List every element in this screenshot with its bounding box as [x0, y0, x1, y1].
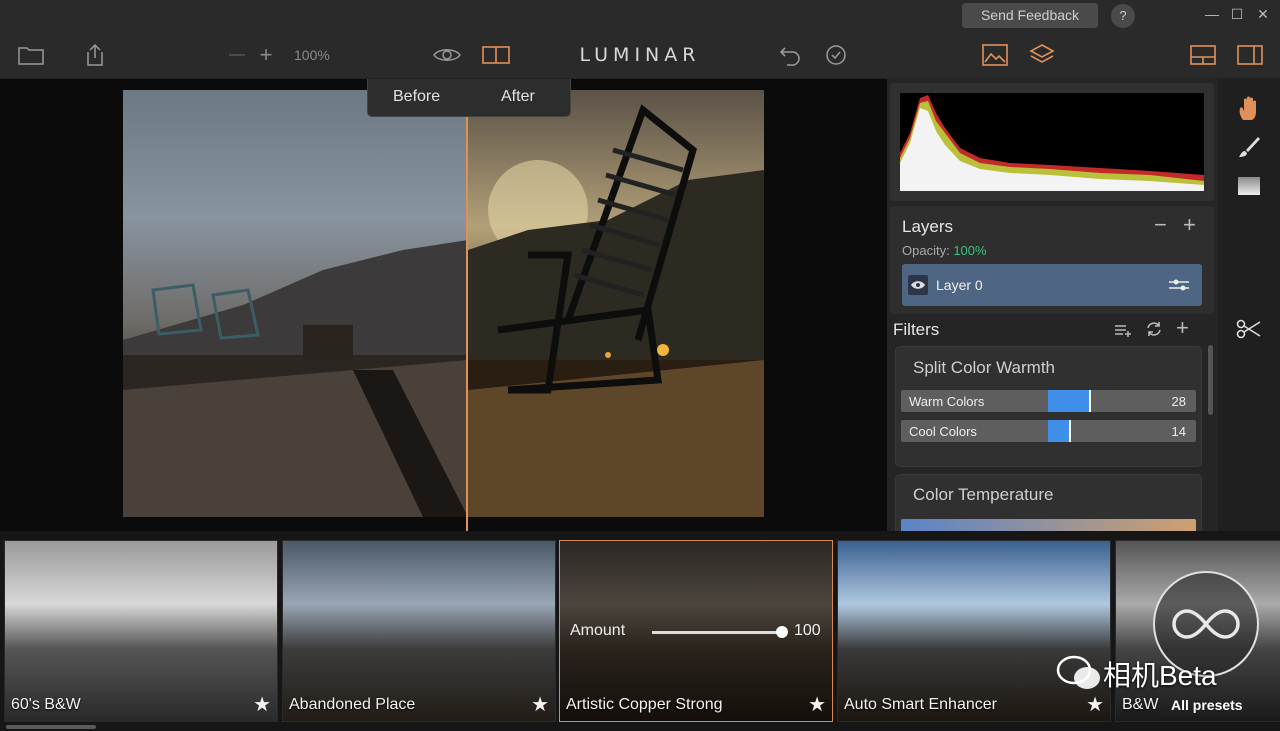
preset-name: Artistic Copper Strong: [566, 696, 723, 713]
before-tab[interactable]: Before: [393, 88, 440, 106]
hand-tool-icon[interactable]: [1235, 95, 1263, 123]
photo-preview[interactable]: [123, 90, 764, 517]
slider-knob[interactable]: [1069, 420, 1071, 442]
amount-slider-knob[interactable]: [776, 626, 788, 638]
side-panel-toggle-icon[interactable]: [1235, 40, 1265, 70]
temperature-slider[interactable]: [901, 519, 1196, 531]
histogram-panel: [890, 83, 1214, 201]
filter-list-icon[interactable]: [1114, 323, 1132, 342]
preset-name: Abandoned Place: [289, 696, 416, 713]
layer-settings-icon[interactable]: [1168, 277, 1190, 298]
send-feedback-button[interactable]: Send Feedback: [962, 3, 1098, 28]
eye-icon[interactable]: [908, 275, 928, 295]
eye-icon[interactable]: [432, 40, 462, 70]
history-icon[interactable]: [821, 40, 851, 70]
after-image: [468, 90, 764, 517]
app-title: LUMINAR: [579, 44, 701, 66]
amount-label: Amount: [570, 622, 626, 639]
filter-title: Color Temperature: [913, 485, 1054, 504]
watermark-logo: 相机Beta: [1055, 654, 1217, 694]
star-icon[interactable]: ★: [253, 692, 271, 717]
after-tab[interactable]: After: [501, 88, 535, 106]
minimize-button[interactable]: —: [1203, 5, 1221, 23]
warm-colors-slider[interactable]: Warm Colors 28: [901, 390, 1196, 412]
crop-tool-icon[interactable]: [1235, 315, 1263, 343]
brush-tool-icon[interactable]: [1235, 133, 1263, 161]
zoom-level[interactable]: 100%: [294, 47, 330, 63]
wechat-icon: [1056, 655, 1100, 689]
amount-value: 100: [794, 622, 821, 639]
all-presets-label[interactable]: All presets: [1171, 697, 1243, 713]
before-image: [123, 90, 468, 517]
slider-label: Cool Colors: [909, 424, 977, 439]
preset-thumbnail: [5, 541, 277, 721]
histogram: [900, 93, 1204, 191]
star-icon[interactable]: ★: [1086, 692, 1104, 717]
title-bar: Send Feedback ? — ☐ ✕: [0, 0, 1280, 32]
add-layer-button[interactable]: +: [1183, 212, 1196, 238]
filter-title: Split Color Warmth: [913, 358, 1056, 377]
add-filter-button[interactable]: +: [1176, 315, 1189, 341]
star-icon[interactable]: ★: [531, 692, 549, 717]
before-after-toggle: Before After: [367, 79, 571, 117]
slider-value: 14: [1171, 424, 1186, 439]
filters-header: Filters +: [890, 315, 1214, 344]
slider-knob[interactable]: [1089, 390, 1091, 412]
cool-colors-slider[interactable]: Cool Colors 14: [901, 420, 1196, 442]
preset-name: B&W: [1122, 696, 1159, 713]
slider-fill: [1048, 420, 1069, 442]
star-icon[interactable]: ★: [808, 692, 826, 717]
preset-tile-selected[interactable]: Amount 100 Artistic Copper Strong ★: [559, 540, 833, 722]
help-button[interactable]: ?: [1111, 4, 1135, 28]
preset-name: 60's B&W: [11, 696, 81, 713]
filter-card-color-temperature: Color Temperature: [895, 474, 1202, 531]
close-button[interactable]: ✕: [1254, 5, 1272, 23]
compare-divider[interactable]: [466, 79, 468, 531]
remove-layer-button[interactable]: −: [1154, 212, 1167, 238]
preset-thumbnail: [838, 541, 1110, 721]
filter-card-split-color-warmth: Split Color Warmth Warm Colors 28 Cool C…: [895, 346, 1202, 467]
tools-column: [1218, 79, 1280, 531]
slider-fill: [1048, 390, 1089, 412]
image-canvas[interactable]: [0, 79, 887, 531]
preset-tile[interactable]: 60's B&W ★: [4, 540, 278, 722]
share-icon[interactable]: [80, 40, 110, 70]
presets-scrollbar[interactable]: [6, 725, 96, 729]
opacity-readout[interactable]: Opacity: 100%: [902, 243, 987, 258]
maximize-button[interactable]: ☐: [1228, 5, 1246, 23]
layers-section: Layers − + Opacity: 100% Layer 0: [890, 206, 1214, 314]
opacity-value: 100%: [953, 243, 987, 258]
slider-label: Warm Colors: [909, 394, 985, 409]
refresh-icon[interactable]: [1146, 321, 1162, 342]
layer-row[interactable]: Layer 0: [902, 264, 1202, 306]
zoom-in-icon[interactable]: +: [251, 40, 281, 70]
filters-title: Filters: [893, 320, 940, 339]
preset-name: Auto Smart Enhancer: [844, 696, 997, 713]
folder-icon[interactable]: [16, 40, 46, 70]
filters-scrollbar[interactable]: [1208, 345, 1213, 415]
undo-icon[interactable]: [777, 40, 807, 70]
slider-value: 28: [1171, 394, 1186, 409]
preset-thumbnail: [283, 541, 555, 721]
watermark-text: 相机Beta: [1103, 660, 1217, 691]
preset-tile[interactable]: Auto Smart Enhancer ★: [837, 540, 1111, 722]
gradient-tool-icon[interactable]: [1235, 172, 1263, 200]
amount-slider[interactable]: [652, 631, 782, 634]
presets-strip: 60's B&W ★ Abandoned Place ★ Amount 100 …: [0, 531, 1280, 731]
preset-tile[interactable]: Abandoned Place ★: [282, 540, 556, 722]
main-toolbar: + 100% LUMINAR: [0, 32, 1280, 79]
image-icon[interactable]: [980, 40, 1010, 70]
opacity-label: Opacity:: [902, 243, 950, 258]
layer-name: Layer 0: [936, 277, 983, 293]
split-view-icon[interactable]: [481, 40, 511, 70]
layers-icon[interactable]: [1027, 40, 1057, 70]
filmstrip-toggle-icon[interactable]: [1188, 40, 1218, 70]
zoom-out-icon[interactable]: [222, 40, 252, 70]
layers-title: Layers: [902, 217, 954, 236]
